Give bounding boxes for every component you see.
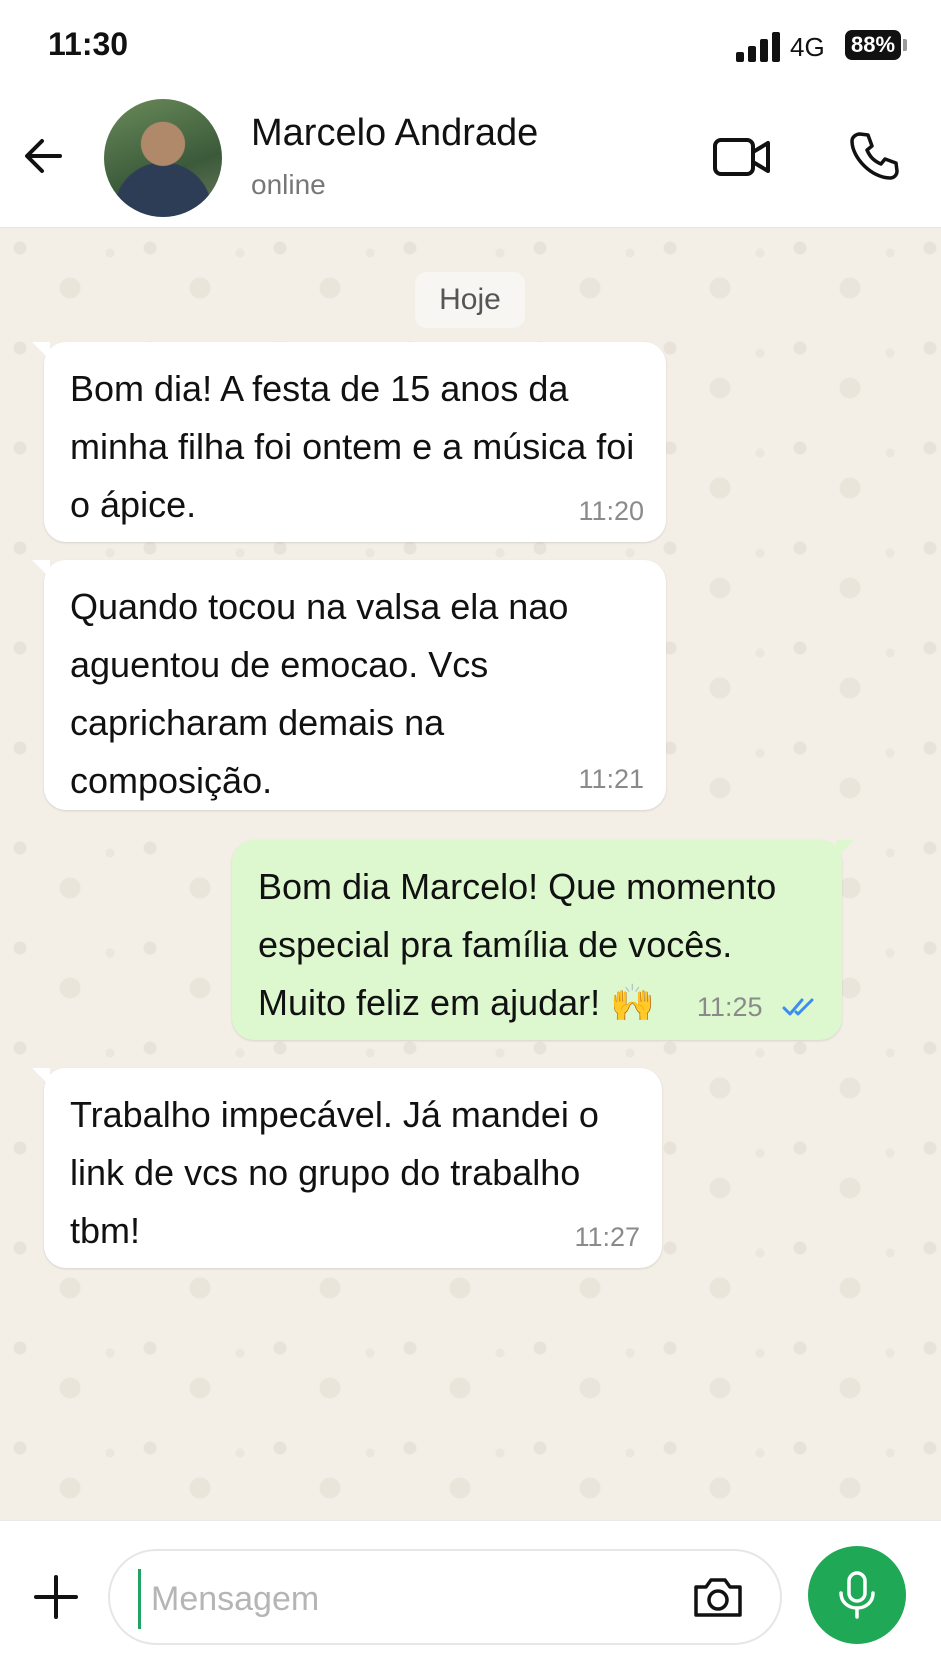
video-camera-icon[interactable]	[712, 132, 772, 182]
network-type: 4G	[790, 32, 825, 62]
message-bubble-incoming[interactable]: Bom dia! A festa de 15 anos da minha fil…	[32, 342, 666, 542]
contact-name[interactable]: Marcelo Andrade	[251, 112, 538, 155]
message-composer	[0, 1520, 941, 1673]
message-text: Trabalho impecável. Já mandei o link de …	[70, 1094, 599, 1251]
bubble-tail	[836, 840, 854, 858]
message-input-container[interactable]	[108, 1549, 782, 1645]
battery-icon: 88%	[845, 30, 901, 60]
date-divider: Hoje	[415, 272, 525, 328]
microphone-button[interactable]	[808, 1546, 906, 1644]
battery-tip	[903, 39, 907, 51]
phone-icon[interactable]	[848, 130, 900, 182]
message-bubble-incoming[interactable]: Quando tocou na valsa ela nao aguentou d…	[32, 560, 666, 810]
back-arrow-icon[interactable]	[20, 132, 68, 180]
message-time: 11:20	[578, 496, 644, 526]
status-bar: 11:30 4G 88%	[0, 0, 941, 92]
message-bubble-incoming[interactable]: Trabalho impecável. Já mandei o link de …	[32, 1068, 662, 1268]
message-bubble-outgoing[interactable]: Bom dia Marcelo! Que momento especial pr…	[232, 840, 854, 1040]
message-input[interactable]	[138, 1569, 653, 1629]
message-text: Quando tocou na valsa ela nao aguentou d…	[70, 586, 569, 801]
message-time: 11:21	[578, 764, 644, 794]
message-time: 11:25	[696, 992, 763, 1023]
chat-area[interactable]: Hoje Bom dia! A festa de 15 anos da minh…	[0, 228, 941, 1520]
chat-header: Marcelo Andrade online	[0, 92, 941, 228]
double-check-read-icon	[782, 994, 820, 1024]
status-time: 11:30	[48, 26, 129, 62]
bubble-tail	[32, 1068, 50, 1086]
microphone-icon	[839, 1571, 875, 1619]
message-time: 11:27	[574, 1222, 640, 1252]
message-text: Bom dia! A festa de 15 anos da minha fil…	[70, 368, 635, 525]
date-label: Hoje	[439, 283, 501, 316]
plus-icon[interactable]	[30, 1571, 82, 1623]
signal-strength-icon	[736, 30, 780, 62]
message-meta: 11:25	[697, 992, 820, 1024]
contact-status: online	[251, 169, 326, 200]
battery-level: 88%	[850, 32, 896, 57]
bubble-tail	[32, 560, 50, 578]
camera-icon[interactable]	[690, 1571, 746, 1623]
avatar[interactable]	[104, 99, 222, 217]
bubble-tail	[32, 342, 50, 360]
